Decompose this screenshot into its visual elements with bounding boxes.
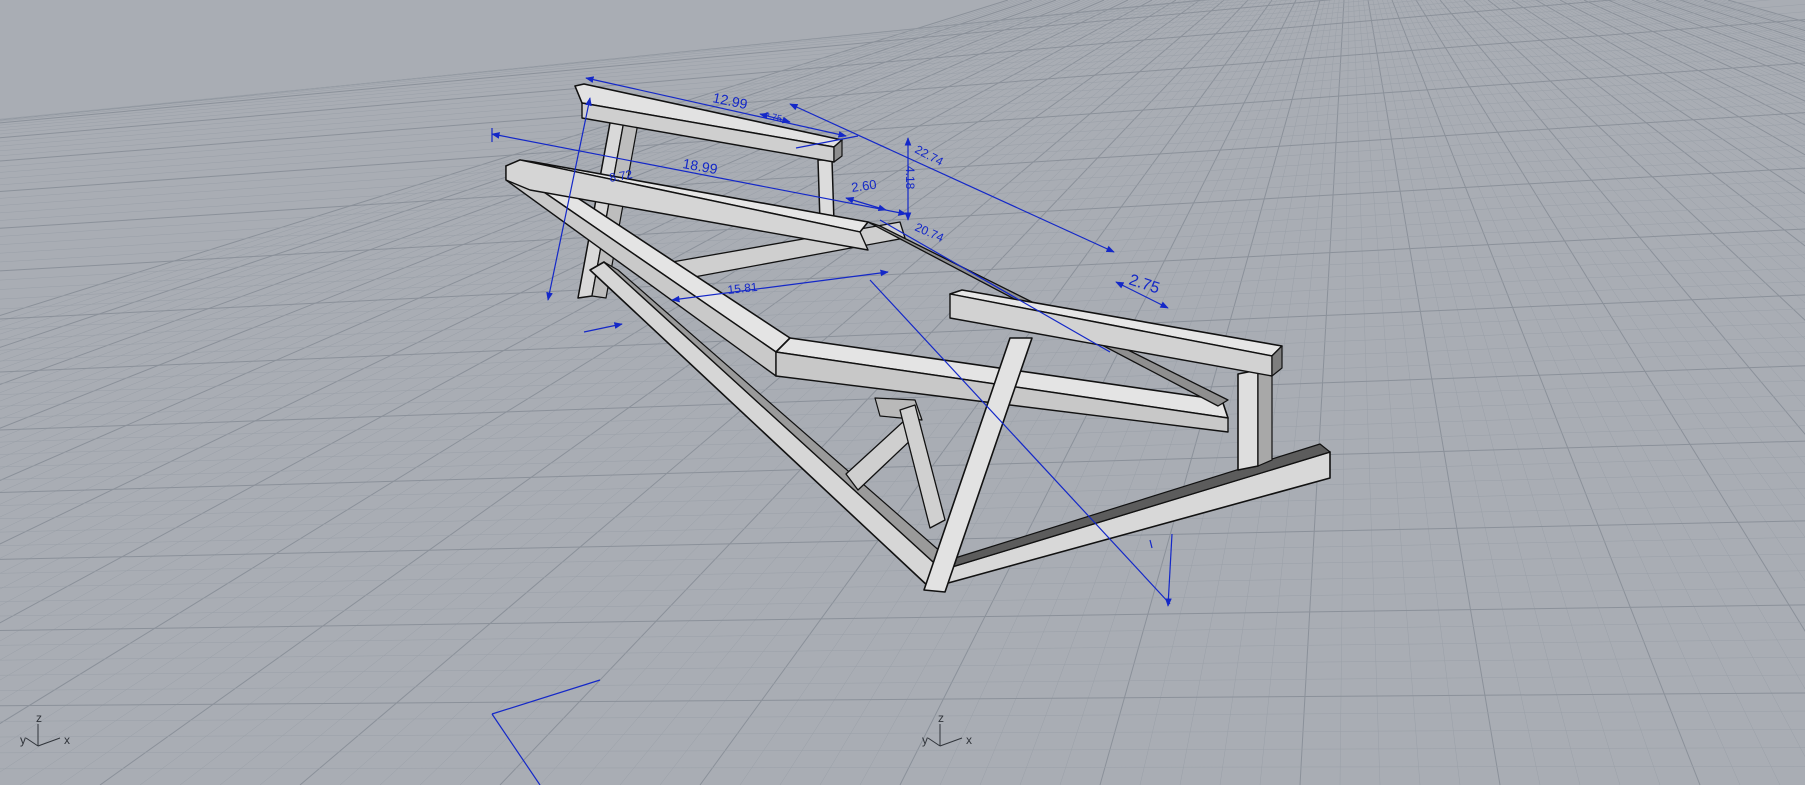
front-post-right-side[interactable] (1257, 369, 1273, 467)
axis-left-y-label: y (20, 733, 26, 747)
viewport-background (0, 0, 1805, 785)
dim-label-4-18[interactable]: 4.18 (903, 166, 917, 190)
axis-center-z-label: z (938, 711, 944, 725)
cad-scene[interactable]: 12.99 2.75 18.99 22.74 4.18 2.60 20.74 2… (0, 0, 1805, 785)
axis-left-x-label: x (64, 733, 70, 747)
axis-center-x-label: x (966, 733, 972, 747)
front-post-right[interactable] (1237, 369, 1259, 471)
axis-center-y-label: y (922, 733, 928, 747)
axis-left-z-label: z (36, 711, 42, 725)
perspective-viewport[interactable]: 12.99 2.75 18.99 22.74 4.18 2.60 20.74 2… (0, 0, 1805, 785)
